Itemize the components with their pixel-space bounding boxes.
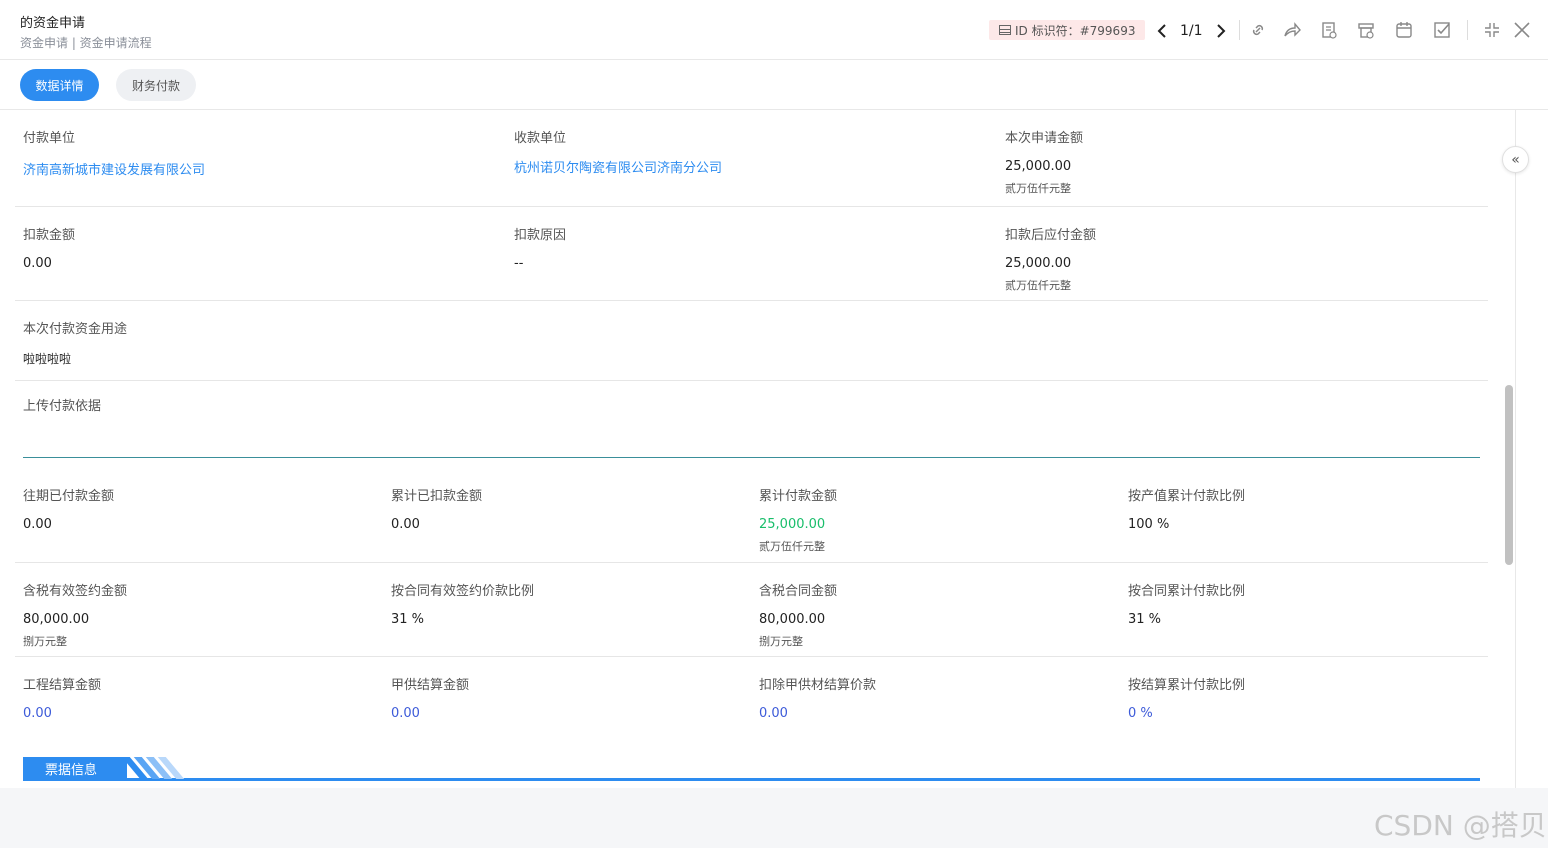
- collapse-window-button[interactable]: [1482, 20, 1504, 42]
- print-button[interactable]: [1356, 20, 1378, 42]
- prior-paid-label: 往期已付款金额: [23, 489, 115, 504]
- after-deduct-caption: 贰万伍仟元整: [1005, 279, 1071, 292]
- detail-row: 含税有效签约金额 80,000.00 捌万元整 按合同有效签约价款比例 31 %…: [15, 563, 1488, 657]
- upload-label: 上传付款依据: [23, 399, 102, 414]
- page-title: 的资金申请: [20, 16, 86, 31]
- chevron-right-icon: [1216, 24, 1225, 38]
- tab-bar: 数据详情 财务付款: [0, 60, 1548, 110]
- detail-row: 扣款金额 0.00 扣款原因 -- 扣款后应付金额 25,000.00 贰万伍仟…: [15, 207, 1488, 301]
- net-settlement-label: 扣除甲供材结算价款: [759, 678, 877, 693]
- contract-amount-caption: 捌万元整: [759, 635, 803, 648]
- contract-ratio-label: 按合同累计付款比例: [1128, 584, 1246, 599]
- contract-amount-value: 80,000.00: [759, 612, 826, 627]
- owner-supply-value: 0.00: [391, 706, 420, 721]
- owner-supply-label: 甲供结算金额: [391, 678, 470, 693]
- tab-finance-payment[interactable]: 财务付款: [116, 69, 196, 101]
- net-settlement-value: 0.00: [759, 706, 788, 721]
- cum-paid-label: 累计付款金额: [759, 489, 838, 504]
- deduct-reason-label: 扣款原因: [514, 228, 567, 243]
- chevron-left-icon: [1157, 24, 1166, 38]
- detail-row: 往期已付款金额 0.00 累计已扣款金额 0.00 累计付款金额 25,000.…: [15, 468, 1488, 563]
- pay-unit-label: 付款单位: [23, 131, 76, 146]
- pager-count: 1/1: [1180, 23, 1203, 39]
- deduct-amount-label: 扣款金额: [23, 228, 76, 243]
- detail-row: 工程结算金额 0.00 甲供结算金额 0.00 扣除甲供材结算价款 0.00 按…: [15, 657, 1488, 747]
- purpose-value: 啦啦啦啦: [23, 352, 72, 366]
- deduct-amount-value: 0.00: [23, 256, 52, 271]
- pay-unit-link[interactable]: 济南高新城市建设发展有限公司: [23, 159, 205, 178]
- close-icon: [1514, 22, 1530, 38]
- after-deduct-label: 扣款后应付金额: [1005, 228, 1097, 243]
- table-icon: [999, 25, 1011, 35]
- signed-amount-label: 含税有效签约金额: [23, 584, 128, 599]
- section-header-invoice: 票据信息: [23, 757, 1480, 781]
- output-ratio-value: 100 %: [1128, 517, 1170, 532]
- section-title: 票据信息: [23, 757, 127, 779]
- document-icon: [1322, 22, 1337, 39]
- signed-ratio-value: 31 %: [391, 612, 425, 627]
- apply-amount-label: 本次申请金额: [1005, 131, 1084, 146]
- apply-amount-value: 25,000.00: [1005, 159, 1072, 174]
- output-ratio-label: 按产值累计付款比例: [1128, 489, 1246, 504]
- breadcrumb: 资金申请 | 资金申请流程: [20, 36, 152, 50]
- settlement-ratio-label: 按结算累计付款比例: [1128, 678, 1246, 693]
- print-icon: [1358, 23, 1374, 39]
- signed-amount-value: 80,000.00: [23, 612, 90, 627]
- scrollbar-track: [1515, 110, 1516, 788]
- calendar-button[interactable]: [1394, 20, 1416, 42]
- contract-ratio-value: 31 %: [1128, 612, 1162, 627]
- upload-divider: [23, 457, 1480, 458]
- minimize-icon: [1485, 23, 1499, 37]
- id-label: ID 标识符：#799693: [1015, 23, 1136, 38]
- link-icon: [1252, 24, 1264, 36]
- detail-row: 付款单位 济南高新城市建设发展有限公司 收款单位 杭州诺贝尔陶瓷有限公司济南分公…: [15, 110, 1488, 207]
- detail-row: 本次付款资金用途 啦啦啦啦: [15, 301, 1488, 381]
- next-record-button[interactable]: [1211, 21, 1231, 41]
- settlement-amount-label: 工程结算金额: [23, 678, 102, 693]
- double-chevron-left-icon: «: [1511, 151, 1520, 168]
- scrollbar-thumb[interactable]: [1505, 385, 1513, 565]
- settlement-amount-value: 0.00: [23, 706, 52, 721]
- divider: [1467, 20, 1468, 40]
- calendar-icon: [1396, 22, 1412, 38]
- share-button[interactable]: [1282, 20, 1304, 42]
- header: 的资金申请 资金申请 | 资金申请流程 ID 标识符：#799693 1/1: [0, 0, 1548, 60]
- share-icon: [1284, 22, 1301, 37]
- close-button[interactable]: [1512, 20, 1534, 42]
- cum-paid-caption: 贰万伍仟元整: [759, 540, 825, 553]
- collapse-sidebar-button[interactable]: «: [1502, 146, 1529, 173]
- id-badge: ID 标识符：#799693: [989, 20, 1146, 40]
- cum-deducted-value: 0.00: [391, 517, 420, 532]
- signed-ratio-label: 按合同有效签约价款比例: [391, 584, 535, 599]
- detail-content: 付款单位 济南高新城市建设发展有限公司 收款单位 杭州诺贝尔陶瓷有限公司济南分公…: [0, 110, 1515, 788]
- recv-unit-link[interactable]: 杭州诺贝尔陶瓷有限公司济南分公司: [514, 157, 722, 176]
- divider: [1239, 20, 1240, 40]
- apply-amount-caption: 贰万伍仟元整: [1005, 182, 1071, 195]
- document-button[interactable]: [1319, 20, 1341, 42]
- tab-data-details[interactable]: 数据详情: [20, 69, 99, 101]
- approve-button[interactable]: [1432, 20, 1454, 42]
- watermark: CSDN @搭贝: [1374, 809, 1547, 842]
- deduct-reason-value: --: [514, 256, 524, 271]
- section-underline: [23, 778, 1480, 781]
- contract-amount-label: 含税合同金额: [759, 584, 838, 599]
- after-deduct-value: 25,000.00: [1005, 256, 1072, 271]
- cum-paid-value: 25,000.00: [759, 517, 826, 532]
- checkbox-icon: [1434, 22, 1450, 38]
- prev-record-button[interactable]: [1152, 21, 1172, 41]
- prior-paid-value: 0.00: [23, 517, 52, 532]
- cum-deducted-label: 累计已扣款金额: [391, 489, 483, 504]
- detail-panel: 的资金申请 资金申请 | 资金申请流程 ID 标识符：#799693 1/1 数…: [0, 0, 1548, 788]
- settlement-ratio-value: 0 %: [1128, 706, 1153, 721]
- pager: 1/1: [1152, 18, 1231, 44]
- link-button[interactable]: [1248, 20, 1270, 42]
- purpose-label: 本次付款资金用途: [23, 322, 128, 337]
- recv-unit-label: 收款单位: [514, 131, 567, 146]
- signed-amount-caption: 捌万元整: [23, 635, 67, 648]
